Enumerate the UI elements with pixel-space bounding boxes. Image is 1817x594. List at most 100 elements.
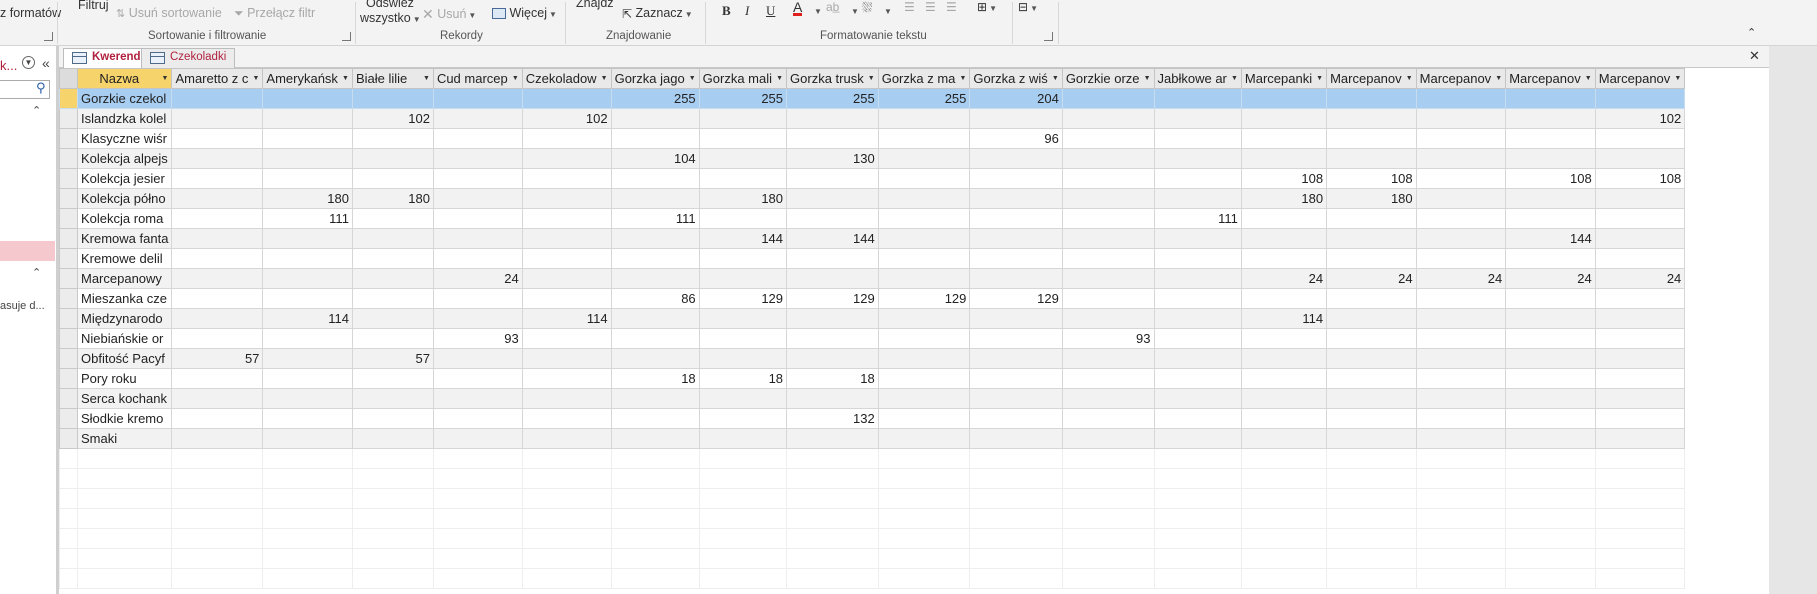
column-dropdown-icon[interactable]: ▼: [776, 75, 783, 82]
column-header[interactable]: Gorzka z wiś ▼: [969, 68, 1063, 89]
highlight-icon[interactable]: ab̲: [826, 0, 839, 14]
cell-value[interactable]: [877, 368, 971, 389]
cell-value[interactable]: 114: [1240, 308, 1328, 329]
cell-value[interactable]: [262, 368, 353, 389]
cell-value[interactable]: [432, 108, 523, 129]
column-header[interactable]: Amaretto z c ▼: [171, 68, 264, 89]
cell-value[interactable]: [969, 368, 1063, 389]
cell-value[interactable]: [351, 88, 434, 109]
cell-value[interactable]: [1061, 208, 1155, 229]
cell-value[interactable]: [351, 128, 434, 149]
refresh-all-label-1[interactable]: Odśwież: [366, 0, 414, 10]
row-selector[interactable]: [59, 208, 78, 229]
cell-value[interactable]: [432, 208, 523, 229]
cell-value[interactable]: [351, 388, 434, 409]
cell-value[interactable]: [432, 168, 523, 189]
cell-value[interactable]: [1505, 348, 1596, 369]
cell-value[interactable]: [698, 388, 788, 409]
table-row[interactable]: Klasyczne wiśr 96: [59, 128, 1686, 149]
cell-value[interactable]: [1153, 88, 1242, 109]
cell-value[interactable]: [521, 188, 612, 209]
column-header[interactable]: Gorzka mali ▼: [698, 68, 788, 89]
cell-value[interactable]: [786, 268, 879, 289]
cell-value[interactable]: 102: [1594, 108, 1686, 129]
cell-value[interactable]: [432, 288, 523, 309]
column-dropdown-icon[interactable]: ▼: [423, 75, 430, 82]
cell-value[interactable]: [1415, 128, 1507, 149]
cell-value[interactable]: [521, 268, 612, 289]
cell-value[interactable]: [1240, 288, 1328, 309]
remove-sort-button[interactable]: ⇅ Usuń sortowanie: [116, 6, 222, 20]
cell-value[interactable]: 255: [610, 88, 700, 109]
column-dropdown-icon[interactable]: ▼: [512, 75, 519, 82]
cell-value[interactable]: [1594, 408, 1686, 429]
cell-value[interactable]: 18: [610, 368, 700, 389]
cell-value[interactable]: [877, 128, 971, 149]
cell-value[interactable]: [262, 168, 353, 189]
row-selector[interactable]: [59, 168, 78, 189]
chevron-down-icon[interactable]: ▼: [812, 3, 822, 17]
cell-value[interactable]: [1505, 88, 1596, 109]
cell-value[interactable]: [969, 108, 1063, 129]
cell-value[interactable]: [610, 348, 700, 369]
cell-value[interactable]: [1240, 148, 1328, 169]
row-selector[interactable]: [59, 348, 78, 369]
nav-menu-chevron-icon[interactable]: ▼: [22, 56, 35, 69]
cell-value[interactable]: [1326, 108, 1417, 129]
column-dropdown-icon[interactable]: ▼: [601, 75, 608, 82]
column-dropdown-icon[interactable]: ▼: [1316, 75, 1323, 82]
cell-value[interactable]: [351, 228, 434, 249]
cell-value[interactable]: [1594, 148, 1686, 169]
cell-value[interactable]: [698, 108, 788, 129]
cell-value[interactable]: [1415, 188, 1507, 209]
cell-value[interactable]: [351, 428, 434, 449]
cell-value[interactable]: [1061, 408, 1155, 429]
cell-value[interactable]: [351, 288, 434, 309]
column-dropdown-icon[interactable]: ▼: [1144, 75, 1151, 82]
cell-value[interactable]: [262, 328, 353, 349]
cell-value[interactable]: 255: [786, 88, 879, 109]
cell-value[interactable]: [521, 408, 612, 429]
cell-name[interactable]: Kolekcja roma: [76, 208, 173, 229]
cell-value[interactable]: [698, 348, 788, 369]
cell-value[interactable]: [1153, 368, 1242, 389]
cell-value[interactable]: [1240, 408, 1328, 429]
cell-value[interactable]: [432, 228, 523, 249]
cell-value[interactable]: [1415, 308, 1507, 329]
cell-value[interactable]: [432, 308, 523, 329]
refresh-all-button[interactable]: wszystko ▼: [360, 11, 421, 25]
cell-value[interactable]: [1415, 328, 1507, 349]
cell-value[interactable]: 114: [521, 308, 612, 329]
cell-value[interactable]: [1240, 128, 1328, 149]
cell-value[interactable]: [1505, 408, 1596, 429]
cell-value[interactable]: [610, 188, 700, 209]
cell-value[interactable]: [1240, 348, 1328, 369]
cell-value[interactable]: [969, 148, 1063, 169]
column-header[interactable]: Białe lilie ▼: [351, 68, 434, 89]
cell-value[interactable]: 57: [171, 348, 264, 369]
cell-value[interactable]: [1061, 288, 1155, 309]
cell-value[interactable]: [786, 128, 879, 149]
cell-name[interactable]: Serca kochank: [76, 388, 173, 409]
cell-name[interactable]: Smaki: [76, 428, 173, 449]
cell-value[interactable]: [262, 288, 353, 309]
cell-value[interactable]: 180: [351, 188, 434, 209]
cell-value[interactable]: [877, 348, 971, 369]
dialog-launcher-icon[interactable]: [44, 32, 53, 41]
cell-value[interactable]: [1594, 188, 1686, 209]
cell-value[interactable]: [351, 248, 434, 269]
cell-name[interactable]: Klasyczne wiśr: [76, 128, 173, 149]
cell-value[interactable]: 114: [262, 308, 353, 329]
alternate-row-color-icon[interactable]: ⊟ ▼: [1018, 0, 1038, 14]
column-dropdown-icon[interactable]: ▼: [1052, 75, 1059, 82]
cell-value[interactable]: [969, 328, 1063, 349]
table-row[interactable]: Marcepanowy 24 24 24 24 24 24: [59, 268, 1686, 289]
cell-value[interactable]: [1594, 248, 1686, 269]
find-button[interactable]: Znajdź: [576, 0, 614, 10]
cell-value[interactable]: [1153, 388, 1242, 409]
cell-value[interactable]: [698, 428, 788, 449]
cell-value[interactable]: 111: [1153, 208, 1242, 229]
cell-value[interactable]: [432, 368, 523, 389]
cell-name[interactable]: Międzynarodo: [76, 308, 173, 329]
cell-value[interactable]: [521, 228, 612, 249]
